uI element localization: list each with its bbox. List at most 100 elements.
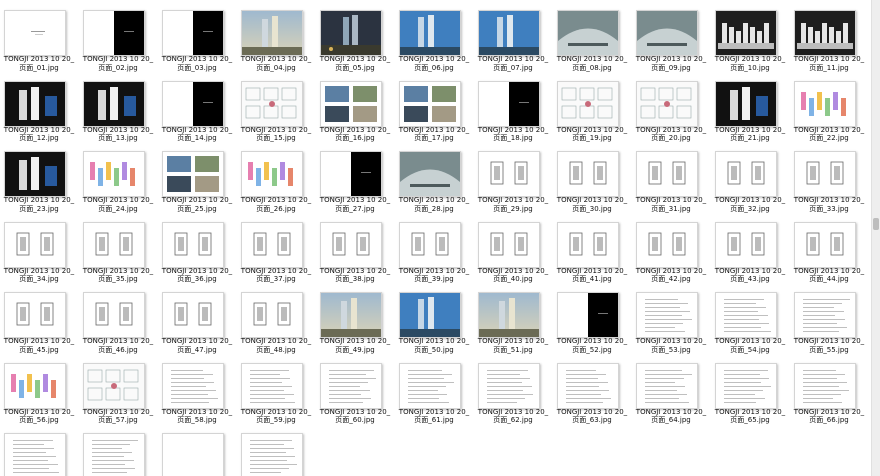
file-thumbnail[interactable] — [4, 10, 66, 56]
file-thumbnail[interactable] — [636, 151, 698, 197]
file-item[interactable]: TONGJI 2013 10 20_ 页面_32.jpg — [713, 145, 789, 215]
file-thumbnail[interactable] — [83, 151, 145, 197]
file-thumbnail[interactable] — [241, 433, 303, 476]
file-thumbnail[interactable] — [320, 80, 382, 127]
file-item[interactable]: TONGJI 2013 10 20_ 页面_41.jpg — [555, 216, 631, 286]
file-thumbnail[interactable] — [162, 292, 224, 338]
file-item[interactable]: TONGJI 2013 10 20_ 页面_42.jpg — [634, 216, 710, 286]
file-thumbnail[interactable] — [320, 292, 382, 338]
file-thumbnail[interactable] — [83, 10, 145, 56]
file-thumbnail[interactable] — [636, 362, 698, 409]
file-item[interactable]: TONGJI 2013 10 20_ 页面_39.jpg — [397, 216, 473, 286]
file-item[interactable]: TONGJI 2013 10 20_ 页面_34.jpg — [2, 216, 78, 286]
file-item[interactable]: TONGJI 2013 10 20_ 页面_66.jpg — [792, 357, 868, 427]
file-thumbnail[interactable] — [83, 433, 145, 476]
file-thumbnail[interactable] — [715, 80, 777, 127]
vertical-scrollbar[interactable] — [871, 0, 880, 476]
file-thumbnail[interactable] — [4, 151, 66, 197]
scrollbar-thumb[interactable] — [873, 218, 879, 230]
file-item[interactable]: TONGJI 2013 10 20_ 页面_51.jpg — [476, 286, 552, 356]
file-item[interactable]: TONGJI 2013 10 20_ 页面_64.jpg — [634, 357, 710, 427]
file-item[interactable]: TONGJI 2013 10 20_ 页面_18.jpg — [476, 75, 552, 145]
file-item[interactable]: TONGJI 2013 10 20_ 页面_46.jpg — [81, 286, 157, 356]
file-item[interactable]: TONGJI 2013 10 20_ 页面_22.jpg — [792, 75, 868, 145]
file-thumbnail[interactable] — [636, 221, 698, 268]
file-thumbnail[interactable] — [83, 362, 145, 409]
file-item[interactable]: TONGJI 2013 10 20_ 页面_53.jpg — [634, 286, 710, 356]
file-item[interactable]: TONGJI 2013 10 20_ 页面_17.jpg — [397, 75, 473, 145]
file-item[interactable]: TONGJI 2013 10 20_ 页面_27.jpg — [318, 145, 394, 215]
file-thumbnail[interactable] — [320, 151, 382, 197]
file-thumbnail[interactable] — [794, 80, 856, 127]
file-thumbnail[interactable] — [794, 221, 856, 268]
file-item[interactable]: TONGJI 2013 10 20_ 页面_02.jpg — [81, 4, 157, 74]
file-item[interactable]: TONGJI 2013 10 20_ 页面_44.jpg — [792, 216, 868, 286]
file-thumbnail[interactable] — [478, 221, 540, 268]
file-item[interactable]: TONGJI 2013 10 20_ 页面_31.jpg — [634, 145, 710, 215]
file-thumbnail[interactable] — [399, 292, 461, 338]
file-item[interactable]: TONGJI 2013 10 20_ 页面_15.jpg — [239, 75, 315, 145]
file-thumbnail[interactable] — [162, 362, 224, 409]
file-thumbnail[interactable] — [478, 362, 540, 409]
file-thumbnail[interactable] — [715, 292, 777, 338]
file-item[interactable]: TONGJI 2013 10 20_ 页面_24.jpg — [81, 145, 157, 215]
file-thumbnail[interactable] — [162, 10, 224, 56]
file-item[interactable]: TONGJI 2013 10 20_ 页面_58.jpg — [160, 357, 236, 427]
file-item[interactable]: TONGJI 2013 10 20_ 页面_37.jpg — [239, 216, 315, 286]
file-thumbnail[interactable] — [794, 292, 856, 338]
file-thumbnail[interactable] — [715, 362, 777, 409]
file-item[interactable]: TONGJI 2013 10 20_ 页面_59.jpg — [239, 357, 315, 427]
file-thumbnail[interactable] — [241, 80, 303, 127]
file-thumbnail[interactable] — [399, 10, 461, 56]
file-thumbnail[interactable] — [4, 221, 66, 268]
file-item[interactable]: TONGJI 2013 10 20_ 页面_65.jpg — [713, 357, 789, 427]
file-item[interactable]: TONGJI 2013 10 20_ 页面_33.jpg — [792, 145, 868, 215]
file-thumbnail[interactable] — [4, 292, 66, 338]
file-thumbnail[interactable] — [241, 292, 303, 338]
file-thumbnail[interactable] — [241, 362, 303, 409]
file-thumbnail[interactable] — [399, 151, 461, 197]
file-item[interactable]: TONGJI 2013 10 20_ 页面_25.jpg — [160, 145, 236, 215]
file-item[interactable]: TONGJI 2013 10 20_ 页面_35.jpg — [81, 216, 157, 286]
file-thumbnail[interactable] — [4, 80, 66, 127]
file-thumbnail[interactable] — [794, 362, 856, 409]
file-item[interactable]: TONGJI 2013 10 20_ 页面_23.jpg — [2, 145, 78, 215]
file-item[interactable]: TONGJI 2013 10 20_ 页面_48.jpg — [239, 286, 315, 356]
file-item[interactable]: TONGJI 2013 10 20_ 页面_40.jpg — [476, 216, 552, 286]
file-item[interactable]: TONGJI 2013 10 20_ 页面_62.jpg — [476, 357, 552, 427]
file-thumbnail[interactable] — [4, 362, 66, 409]
file-item[interactable]: TONGJI 2013 10 20_ 页面_13.jpg — [81, 75, 157, 145]
file-item[interactable]: TONGJI 2013 10 20_ 页面_14.jpg — [160, 75, 236, 145]
file-thumbnail[interactable] — [162, 151, 224, 197]
file-thumbnail[interactable] — [320, 10, 382, 56]
file-item[interactable]: TONGJI 2013 10 20_ 页面_30.jpg — [555, 145, 631, 215]
file-item[interactable]: TONGJI 2013 10 20_ 页面_07.jpg — [476, 4, 552, 74]
file-thumbnail[interactable] — [399, 221, 461, 268]
file-item[interactable]: TONGJI 2013 10 20_ 页面_50.jpg — [397, 286, 473, 356]
file-item[interactable]: TONGJI 2013 10 20_ 页面_01.jpg — [2, 4, 78, 74]
file-item[interactable]: TONGJI 2013 10 20_ 页面_03.jpg — [160, 4, 236, 74]
file-item[interactable]: TONGJI 2013 10 20_ 页面_06.jpg — [397, 4, 473, 74]
file-thumbnail[interactable] — [241, 10, 303, 56]
file-item[interactable]: TONGJI 2013 10 20_ 页面_60.jpg — [318, 357, 394, 427]
file-thumbnail[interactable] — [162, 221, 224, 268]
file-thumbnail[interactable] — [399, 80, 461, 127]
file-item[interactable]: TONGJI 2013 10 20_ 页面_36.jpg — [160, 216, 236, 286]
file-thumbnail[interactable] — [162, 433, 224, 476]
file-thumbnail[interactable] — [715, 10, 777, 56]
file-item[interactable]: TONGJI 2013 10 20_ 页面_29.jpg — [476, 145, 552, 215]
file-item[interactable]: TONGJI 2013 10 20_ 页面_26.jpg — [239, 145, 315, 215]
file-item[interactable]: TONGJI 2013 10 20_ 页面_52.jpg — [555, 286, 631, 356]
file-thumbnail[interactable] — [557, 221, 619, 268]
file-thumbnail[interactable] — [636, 80, 698, 127]
file-item[interactable]: TONGJI 2013 10 20_ 页面_38.jpg — [318, 216, 394, 286]
file-thumbnail[interactable] — [162, 80, 224, 127]
file-thumbnail[interactable] — [557, 10, 619, 56]
file-thumbnail[interactable] — [557, 362, 619, 409]
file-thumbnail[interactable] — [478, 10, 540, 56]
file-item[interactable]: TONGJI 2013 10 20_ 页面_49.jpg — [318, 286, 394, 356]
file-thumbnail[interactable] — [715, 221, 777, 268]
file-thumbnail[interactable] — [715, 151, 777, 197]
file-item[interactable]: TONGJI 2013 10 20_ 页面_11.jpg — [792, 4, 868, 74]
file-item[interactable]: TONGJI 2013 10 20_ 页面_04.jpg — [239, 4, 315, 74]
